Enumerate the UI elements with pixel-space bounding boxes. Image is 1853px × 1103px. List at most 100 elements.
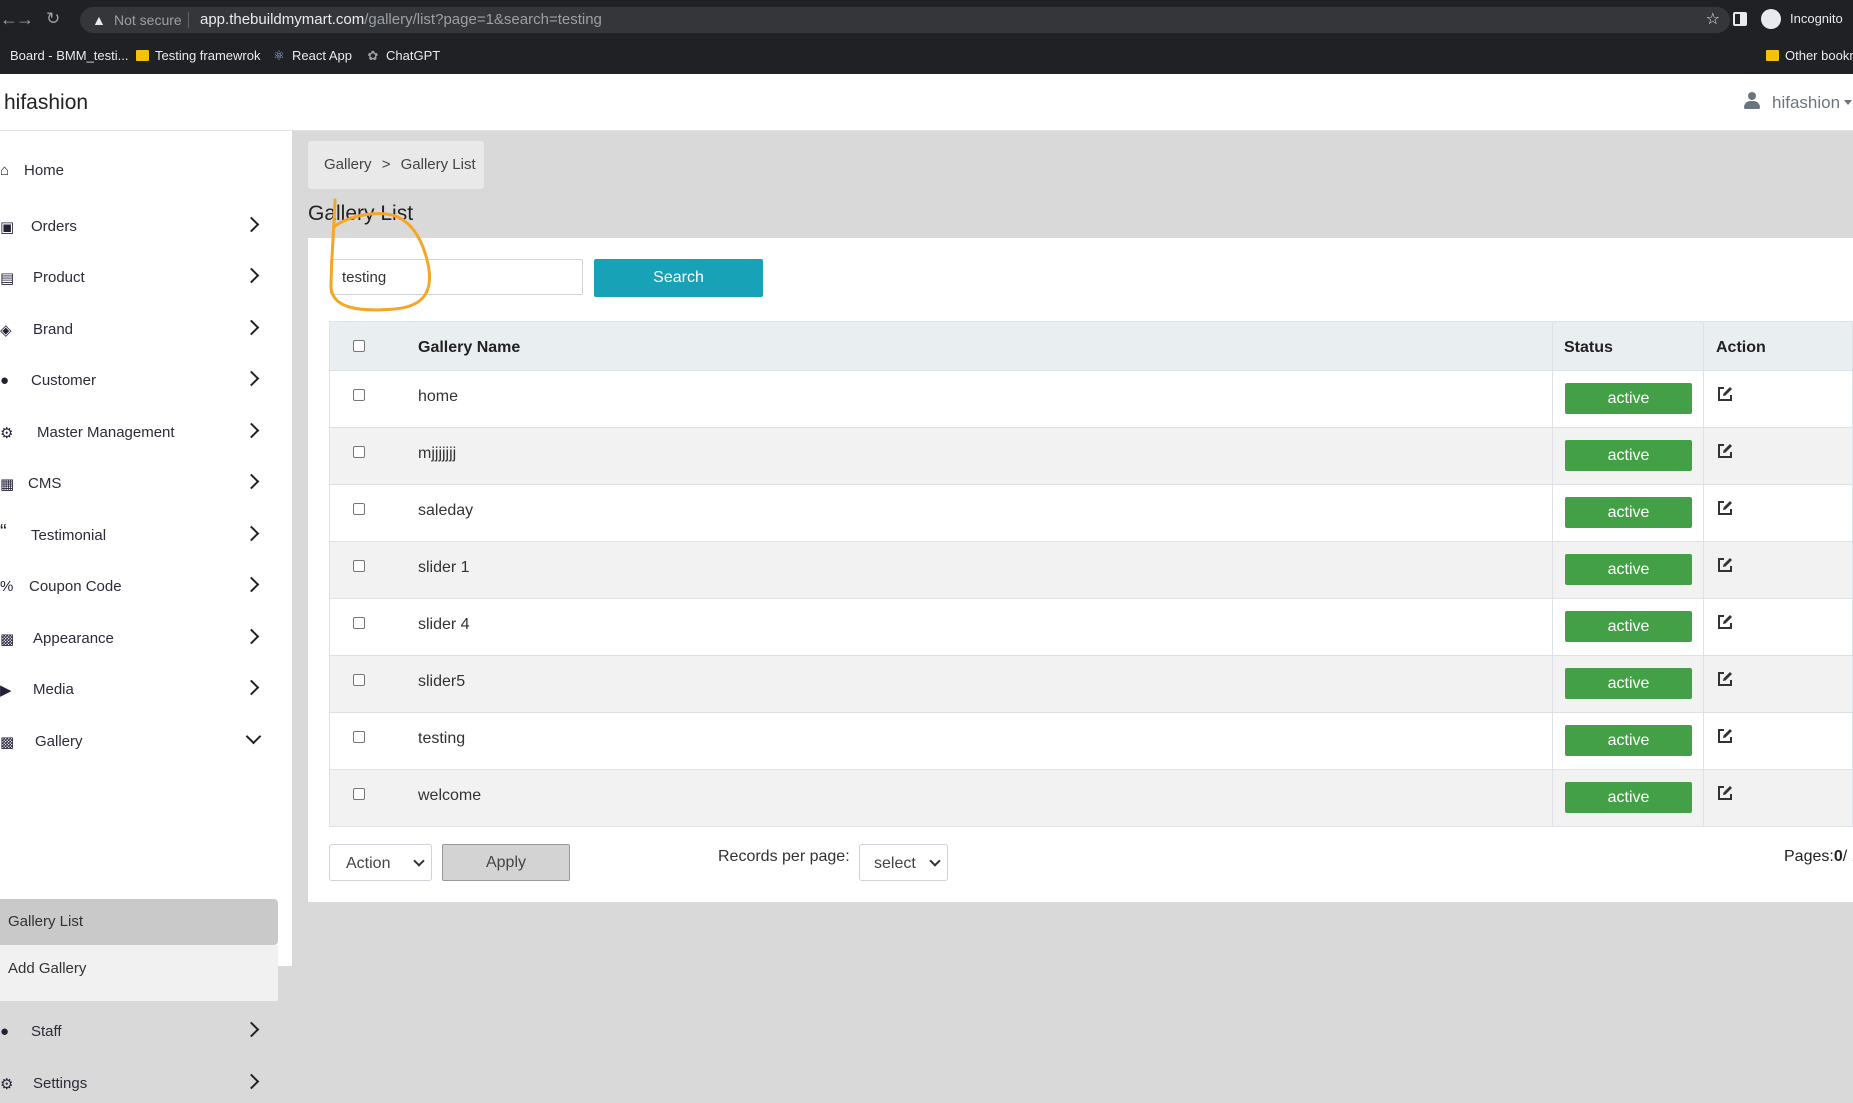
sidebar-item-label: CMS bbox=[28, 475, 62, 492]
row-checkbox[interactable] bbox=[353, 674, 365, 686]
edit-icon[interactable] bbox=[1716, 784, 1734, 802]
sidebar-item-label: Home bbox=[24, 162, 65, 179]
table-row: welcome active bbox=[329, 770, 1853, 827]
edit-icon[interactable] bbox=[1716, 556, 1734, 574]
sidebar-item-appearance[interactable]: ▩ Appearance bbox=[0, 618, 278, 658]
breadcrumb-separator: > bbox=[381, 156, 391, 173]
column-divider bbox=[1703, 599, 1704, 655]
bookmark-board[interactable]: Board - BMM_testi... bbox=[10, 48, 128, 63]
records-per-page-label: Records per page: bbox=[718, 848, 850, 865]
select-all-checkbox[interactable] bbox=[353, 340, 365, 352]
chevron-right-icon bbox=[243, 525, 260, 542]
apply-button[interactable]: Apply bbox=[442, 844, 570, 881]
row-checkbox[interactable] bbox=[353, 446, 365, 458]
edit-icon[interactable] bbox=[1716, 385, 1734, 403]
sidebar-item-customer[interactable]: ● Customer bbox=[0, 360, 278, 400]
edit-icon[interactable] bbox=[1716, 442, 1734, 460]
sidebar-item-home[interactable]: ⌂ Home bbox=[0, 150, 278, 190]
edit-icon[interactable] bbox=[1716, 670, 1734, 688]
row-checkbox[interactable] bbox=[353, 788, 365, 800]
column-header-gallery-name: Gallery Name bbox=[418, 339, 521, 356]
side-panel-icon[interactable] bbox=[1733, 12, 1747, 26]
status-badge[interactable]: active bbox=[1565, 668, 1692, 699]
column-divider bbox=[1552, 322, 1553, 370]
sidebar-item-master-management[interactable]: ⚙ Master Management bbox=[0, 412, 278, 452]
bookmark-react-app[interactable]: ⚛ React App bbox=[272, 48, 352, 64]
sidebar-item-testimonial[interactable]: “ Testimonial bbox=[0, 515, 278, 555]
forward-arrow-icon[interactable]: → bbox=[16, 9, 34, 30]
bookmark-chatgpt[interactable]: ✿ ChatGPT bbox=[366, 48, 441, 64]
sidebar-item-label: Appearance bbox=[33, 630, 114, 647]
sidebar-item-settings[interactable]: ⚙ Settings bbox=[0, 1063, 278, 1103]
edit-icon[interactable] bbox=[1716, 727, 1734, 745]
sidebar-item-label: Staff bbox=[31, 1023, 62, 1040]
row-checkbox[interactable] bbox=[353, 560, 365, 572]
page-title: Gallery List bbox=[308, 202, 414, 225]
sidebar-item-orders[interactable]: ▣ Orders bbox=[0, 206, 278, 246]
incognito-label[interactable]: Incognito bbox=[1790, 11, 1843, 26]
sidebar-item-cms[interactable]: ▦ CMS bbox=[0, 463, 278, 503]
chevron-right-icon bbox=[243, 267, 260, 284]
status-badge[interactable]: active bbox=[1565, 782, 1692, 813]
edit-icon[interactable] bbox=[1716, 613, 1734, 631]
react-icon: ⚛ bbox=[273, 48, 285, 63]
user-menu[interactable]: hifashion bbox=[1744, 92, 1853, 113]
brand-name[interactable]: hifashion bbox=[4, 91, 88, 115]
sidebar-item-coupon-code[interactable]: % Coupon Code bbox=[0, 566, 278, 606]
browser-toolbar: ← → ↻ ▲ Not secure app.thebuildmymart.co… bbox=[0, 0, 1853, 38]
image-icon: ▩ bbox=[0, 631, 15, 648]
sidebar-item-media[interactable]: ▶ Media bbox=[0, 669, 278, 709]
user-icon bbox=[1744, 92, 1760, 110]
column-header-status: Status bbox=[1564, 339, 1613, 356]
sidebar-subitem-gallery-list[interactable]: Gallery List bbox=[0, 899, 278, 945]
bookmark-other[interactable]: Other bookm bbox=[1766, 48, 1853, 63]
sidebar-item-label: Product bbox=[33, 269, 85, 286]
chevron-down-icon bbox=[929, 855, 941, 867]
app-header: hifashion hifashion bbox=[0, 74, 1853, 131]
column-divider bbox=[1703, 371, 1704, 427]
sidebar-item-label: Settings bbox=[33, 1075, 88, 1092]
column-divider bbox=[1703, 713, 1704, 769]
pages-label: Pages: bbox=[1784, 848, 1834, 865]
status-badge[interactable]: active bbox=[1565, 725, 1692, 756]
edit-icon[interactable] bbox=[1716, 499, 1734, 517]
bulk-action-select[interactable]: Action bbox=[329, 844, 432, 881]
search-input[interactable] bbox=[330, 259, 583, 295]
star-icon[interactable]: ☆ bbox=[1706, 7, 1720, 33]
chatgpt-icon: ✿ bbox=[367, 48, 379, 63]
column-divider bbox=[1703, 656, 1704, 712]
chevron-right-icon bbox=[243, 370, 260, 387]
records-per-page-select[interactable]: select bbox=[859, 844, 948, 881]
chevron-right-icon bbox=[243, 679, 260, 696]
sidebar-item-label: Brand bbox=[33, 321, 74, 338]
sidebar-subitem-label: Add Gallery bbox=[8, 960, 87, 977]
bookmark-testing-framework[interactable]: Testing framewrok bbox=[136, 48, 260, 63]
status-badge[interactable]: active bbox=[1565, 554, 1692, 585]
row-checkbox[interactable] bbox=[353, 503, 365, 515]
row-checkbox[interactable] bbox=[353, 389, 365, 401]
security-label: Not secure bbox=[114, 12, 182, 28]
status-badge[interactable]: active bbox=[1565, 440, 1692, 471]
sidebar-item-staff[interactable]: ● Staff bbox=[0, 1011, 278, 1051]
status-badge[interactable]: active bbox=[1565, 497, 1692, 528]
column-header-action: Action bbox=[1716, 339, 1766, 356]
url-path: /gallery/list?page=1&search=testing bbox=[364, 11, 602, 28]
reload-icon[interactable]: ↻ bbox=[46, 9, 60, 29]
status-badge[interactable]: active bbox=[1565, 383, 1692, 414]
search-button[interactable]: Search bbox=[594, 259, 763, 297]
incognito-icon[interactable] bbox=[1761, 9, 1781, 29]
row-checkbox[interactable] bbox=[353, 731, 365, 743]
sidebar-item-label: Master Management bbox=[37, 424, 175, 441]
column-divider bbox=[1552, 542, 1553, 598]
folder-icon bbox=[1766, 50, 1779, 61]
sidebar-item-brand[interactable]: ◈ Brand bbox=[0, 309, 278, 349]
sidebar-item-label: Orders bbox=[31, 218, 77, 235]
sidebar-item-gallery[interactable]: ▩ Gallery bbox=[0, 721, 278, 761]
sidebar: ⌂ Home ▣ Orders ▤ Product ◈ Brand ● Cust… bbox=[0, 131, 292, 1093]
address-bar[interactable]: ▲ Not secure app.thebuildmymart.com/gall… bbox=[80, 7, 1730, 33]
breadcrumb-gallery[interactable]: Gallery bbox=[324, 156, 372, 173]
row-checkbox[interactable] bbox=[353, 617, 365, 629]
status-badge[interactable]: active bbox=[1565, 611, 1692, 642]
sidebar-subitem-add-gallery[interactable]: Add Gallery bbox=[0, 945, 278, 1001]
sidebar-item-product[interactable]: ▤ Product bbox=[0, 257, 278, 297]
